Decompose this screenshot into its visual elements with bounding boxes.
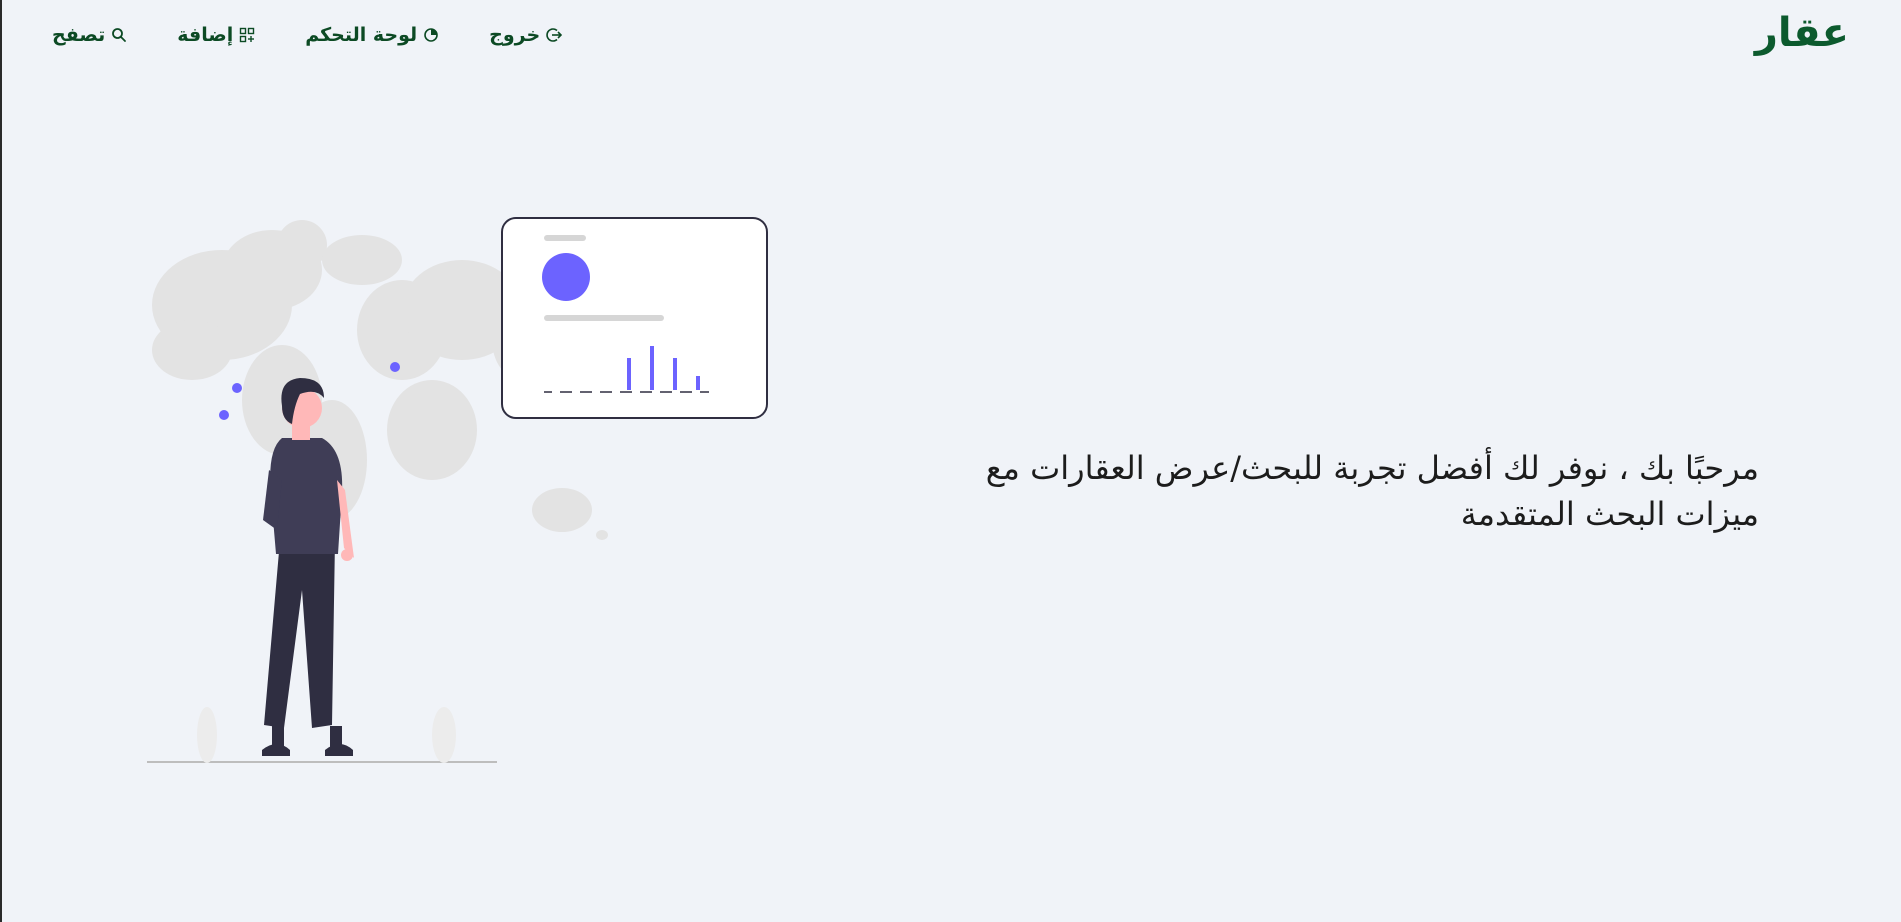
nav-add-label: إضافة <box>177 24 234 46</box>
dashboard-icon <box>423 27 439 43</box>
hero-welcome-text: مرحبًا بك ، نوفر لك أفضل تجربة للبحث/عرض… <box>985 449 1759 533</box>
location-dot <box>219 410 229 420</box>
location-dot <box>390 362 400 372</box>
nav-browse[interactable]: تصفح <box>52 24 127 46</box>
hero-illustration <box>132 210 782 770</box>
logout-icon <box>546 27 563 43</box>
nav-dashboard[interactable]: لوحة التحكم <box>305 24 439 46</box>
nav-browse-label: تصفح <box>52 24 106 46</box>
search-icon <box>111 27 127 43</box>
brand-logo[interactable]: عقار <box>1755 10 1849 56</box>
nav-logout[interactable]: خروج <box>489 24 563 46</box>
nav-logout-label: خروج <box>489 24 541 46</box>
location-dot <box>232 383 242 393</box>
profile-stats-card <box>501 217 768 419</box>
top-nav: تصفح إضافة لوحة التحكم خروج <box>52 24 563 46</box>
page: عقار تصفح إضافة لوحة التحكم خروج مرحبًا … <box>0 0 1901 922</box>
nav-dashboard-label: لوحة التحكم <box>305 24 418 46</box>
add-grid-icon <box>239 27 255 43</box>
nav-add[interactable]: إضافة <box>177 24 255 46</box>
